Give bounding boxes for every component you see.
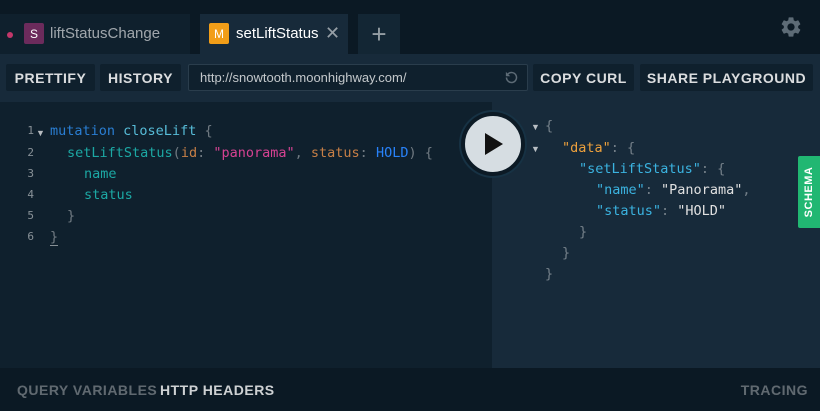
- json-value: "Panorama": [661, 182, 743, 198]
- subscription-badge: S: [24, 23, 44, 44]
- json-key: "name": [596, 182, 645, 198]
- code-line-4: status: [84, 187, 133, 208]
- unsaved-dot: [7, 32, 13, 38]
- selection-field: name: [84, 166, 117, 182]
- tab-label: setLiftStatus: [236, 25, 319, 42]
- fold-arrow-icon[interactable]: ▼: [36, 128, 45, 138]
- json-value: "HOLD": [677, 203, 727, 219]
- line-number: 4: [27, 188, 34, 201]
- toolbar: PRETTIFY HISTORY COPY CURL SHARE PLAYGRO…: [0, 54, 820, 102]
- play-icon: [485, 133, 503, 155]
- operation-name: closeLift: [123, 123, 197, 139]
- result-line: "setLiftStatus": {: [579, 161, 726, 177]
- prettify-button[interactable]: PRETTIFY: [6, 64, 95, 91]
- line-number: 2: [27, 146, 34, 159]
- result-line: "status": "HOLD": [596, 203, 727, 219]
- schema-tab[interactable]: SCHEMA: [798, 156, 820, 228]
- mutation-badge: M: [209, 23, 229, 44]
- result-line: }: [562, 245, 571, 261]
- line-number: 3: [27, 167, 34, 180]
- json-key: "status": [596, 203, 662, 219]
- code-line-1: mutation closeLift {: [50, 123, 213, 139]
- argument-value: HOLD: [375, 145, 409, 161]
- query-editor[interactable]: 1 2 3 4 5 6 ▼ mutation closeLift { setLi…: [0, 102, 492, 368]
- result-line: }: [545, 266, 554, 282]
- line-number: 1: [27, 124, 34, 137]
- run-query-button[interactable]: [461, 112, 525, 176]
- operation-keyword: mutation: [50, 123, 116, 139]
- query-variables-tab[interactable]: QUERY VARIABLES: [17, 382, 157, 398]
- line-number: 6: [27, 230, 34, 243]
- line-number: 5: [27, 209, 34, 222]
- json-key: "data": [562, 140, 611, 156]
- selection-field: status: [84, 187, 133, 203]
- http-headers-tab[interactable]: HTTP HEADERS: [160, 382, 275, 398]
- argument-name: id: [180, 145, 198, 161]
- tab-lift-status-change[interactable]: S liftStatusChange: [0, 14, 190, 54]
- reload-icon[interactable]: [504, 70, 519, 85]
- close-icon[interactable]: ✕: [325, 23, 340, 44]
- fold-arrow-icon[interactable]: ▼: [531, 144, 540, 154]
- share-playground-button[interactable]: SHARE PLAYGROUND: [640, 64, 813, 91]
- endpoint-url-input[interactable]: [200, 65, 495, 90]
- argument-value: "panorama": [213, 145, 295, 161]
- gear-icon[interactable]: [779, 15, 803, 39]
- code-line-5: }: [67, 208, 76, 224]
- result-line: "name": "Panorama",: [596, 182, 751, 198]
- bottom-bar: QUERY VARIABLES HTTP HEADERS TRACING: [0, 368, 820, 411]
- code-line-2: setLiftStatus(id: "panorama", status: HO…: [67, 145, 433, 161]
- tab-bar: S liftStatusChange M setLiftStatus ✕ +: [0, 0, 820, 54]
- tracing-tab[interactable]: TRACING: [741, 382, 808, 398]
- argument-name: status: [310, 145, 360, 161]
- schema-tab-label: SCHEMA: [803, 166, 815, 218]
- code-line-3: name: [84, 166, 117, 187]
- result-line: {: [545, 118, 554, 134]
- fold-arrow-icon[interactable]: ▼: [531, 122, 540, 132]
- mutation-field: setLiftStatus: [67, 145, 173, 161]
- code-line-6: }: [50, 229, 59, 246]
- endpoint-url-field: [188, 64, 528, 91]
- history-button[interactable]: HISTORY: [100, 64, 181, 91]
- tab-set-lift-status[interactable]: M setLiftStatus ✕: [200, 14, 348, 54]
- result-line: "data": {: [562, 140, 636, 156]
- plus-icon[interactable]: +: [358, 14, 400, 54]
- tab-label: liftStatusChange: [50, 25, 161, 42]
- result-panel[interactable]: ▼ ▼ { "data": { "setLiftStatus": { "name…: [492, 102, 820, 368]
- json-key: "setLiftStatus": [579, 161, 701, 177]
- result-line: }: [579, 224, 588, 240]
- copy-curl-button[interactable]: COPY CURL: [533, 64, 634, 91]
